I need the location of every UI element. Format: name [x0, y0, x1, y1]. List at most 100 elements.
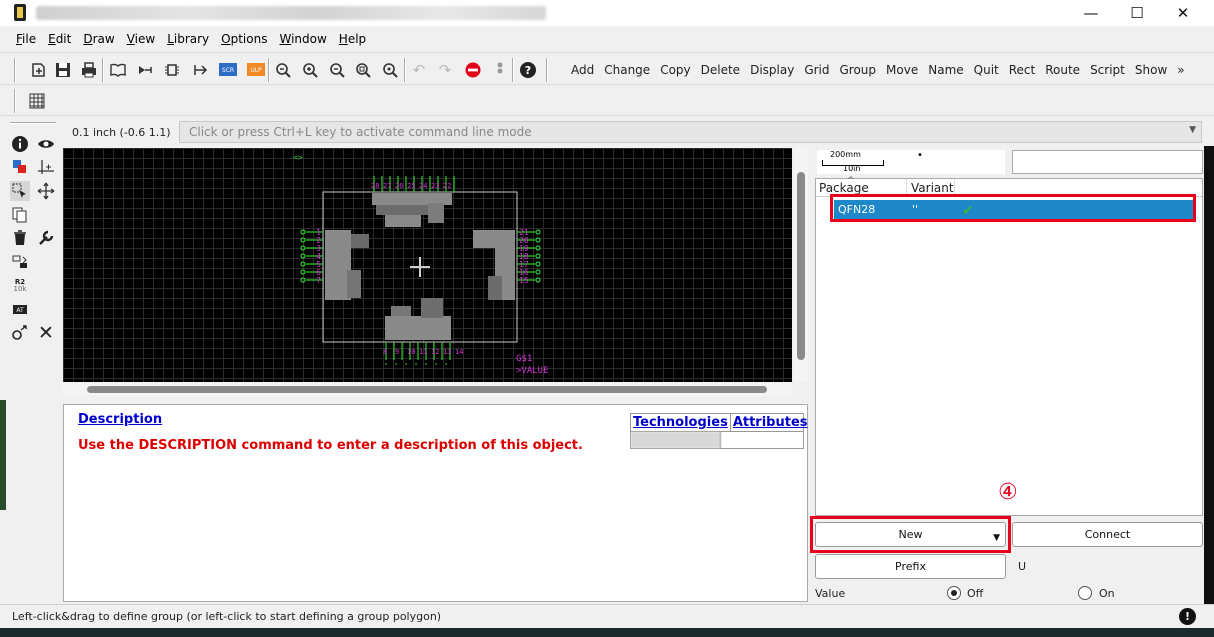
menu-draw[interactable]: Draw — [77, 30, 120, 50]
text-attribute-icon[interactable]: AT — [10, 299, 30, 319]
move-icon[interactable] — [36, 181, 56, 201]
zoom-out-icon[interactable] — [326, 59, 348, 81]
cmd-move[interactable]: Move — [881, 63, 923, 77]
cmd-copy[interactable]: Copy — [655, 63, 695, 77]
cmd-rect[interactable]: Rect — [1004, 63, 1040, 77]
cmd-group[interactable]: Group — [835, 63, 882, 77]
command-line-input[interactable]: Click or press Ctrl+L key to activate co… — [179, 121, 1202, 143]
cmd-grid[interactable]: Grid — [799, 63, 834, 77]
close-button[interactable]: ✕ — [1160, 0, 1206, 26]
pin-number: 24 — [419, 182, 427, 190]
cmd-delete[interactable]: Delete — [696, 63, 745, 77]
pin-number: 26 — [395, 182, 403, 190]
canvas-horizontal-scrollbar[interactable] — [63, 383, 792, 396]
minimize-button[interactable]: — — [1068, 0, 1114, 26]
layer-icon[interactable] — [10, 157, 30, 177]
scale-imperial: 10in — [843, 164, 861, 173]
mark-icon[interactable] — [36, 157, 56, 177]
prefix-button[interactable]: Prefix — [815, 554, 1006, 579]
chevron-down-icon[interactable]: ▼ — [1189, 125, 1196, 135]
info-icon[interactable] — [10, 134, 30, 154]
stop-icon[interactable] — [462, 59, 484, 81]
delete-icon[interactable] — [10, 228, 30, 248]
symbol-icon[interactable] — [134, 59, 156, 81]
toolbar-separator — [102, 58, 104, 82]
pin-number: 11 — [419, 348, 427, 356]
svg-text:AT: AT — [16, 307, 24, 314]
annotation-highlight-package — [830, 194, 1196, 222]
cmd-show[interactable]: Show — [1130, 63, 1172, 77]
zoom-redraw-icon[interactable] — [352, 59, 374, 81]
symbol-editor-canvas[interactable]: <> 1 2 3 4 5 6 7 21 20 19 18 17 16 15 28… — [63, 148, 792, 382]
alert-icon[interactable]: ! — [1179, 608, 1196, 625]
ulp-icon[interactable]: ULP — [245, 59, 267, 81]
svg-text:ULP: ULP — [250, 67, 262, 74]
attribute-cell — [721, 432, 793, 448]
pin-number: 12 — [431, 348, 439, 356]
cmd-quit[interactable]: Quit — [969, 63, 1004, 77]
value-on-radio[interactable] — [1078, 586, 1092, 600]
undo-icon[interactable]: ↶ — [408, 59, 430, 81]
eye-icon[interactable] — [36, 134, 56, 154]
redo-icon[interactable]: ↷ — [434, 59, 456, 81]
cmd-script[interactable]: Script — [1085, 63, 1130, 77]
pin-swap-icon[interactable] — [10, 323, 30, 343]
column-package[interactable]: Package — [819, 181, 869, 195]
device-icon[interactable] — [189, 59, 211, 81]
cmd-display[interactable]: Display — [745, 63, 799, 77]
column-variant[interactable]: Variant — [911, 181, 954, 195]
technologies-link[interactable]: Technologies — [631, 414, 731, 431]
wrench-icon[interactable] — [36, 228, 56, 248]
package-icon[interactable] — [161, 59, 183, 81]
value-off-radio[interactable] — [947, 586, 961, 600]
replace-icon[interactable] — [10, 252, 30, 272]
zoom-select-icon[interactable] — [379, 59, 401, 81]
value-off-label: Off — [967, 587, 984, 600]
print-icon[interactable] — [78, 59, 100, 81]
menu-edit[interactable]: Edit — [42, 30, 77, 50]
connect-button[interactable]: Connect — [1012, 522, 1203, 547]
maximize-button[interactable]: ☐ — [1114, 0, 1160, 26]
preview-dot: • — [917, 150, 923, 161]
group-select-icon[interactable] — [10, 181, 30, 201]
table-row[interactable] — [631, 431, 803, 448]
cmd-add[interactable]: Add — [566, 63, 599, 77]
menu-options[interactable]: Options — [215, 30, 273, 50]
toolbar-grip — [14, 58, 16, 82]
description-link[interactable]: Description — [78, 412, 162, 427]
cmd-change[interactable]: Change — [599, 63, 655, 77]
help-icon[interactable]: ? — [517, 59, 539, 81]
menu-view[interactable]: View — [121, 30, 161, 50]
sort-indicator-icon: ^ — [847, 176, 855, 186]
zoom-fit-icon[interactable] — [272, 59, 294, 81]
grid-icon[interactable] — [26, 90, 48, 112]
cmd-route[interactable]: Route — [1040, 63, 1085, 77]
menu-library[interactable]: Library — [161, 30, 215, 50]
menu-file[interactable]: File — [10, 30, 42, 50]
scrollbar-thumb[interactable] — [87, 386, 767, 393]
menu-bar: File Edit Draw View Library Options Wind… — [0, 30, 372, 50]
script-icon[interactable]: SCR — [217, 59, 239, 81]
copy-icon[interactable] — [10, 205, 30, 225]
menu-help[interactable]: Help — [333, 30, 372, 50]
value-icon[interactable]: R2 10k — [10, 276, 30, 296]
attributes-link[interactable]: Attributes — [731, 414, 808, 431]
menu-window[interactable]: Window — [273, 30, 332, 50]
command-line-placeholder: Click or press Ctrl+L key to activate co… — [189, 125, 532, 139]
open-icon[interactable] — [28, 59, 50, 81]
save-icon[interactable] — [52, 59, 74, 81]
secondary-toolbar — [0, 86, 1214, 116]
canvas-vertical-scrollbar[interactable] — [794, 148, 808, 382]
pin-number: 27 — [383, 182, 391, 190]
toolbar-overflow[interactable]: » — [1172, 63, 1189, 77]
go-icon[interactable] — [489, 59, 511, 81]
zoom-in-icon[interactable] — [299, 59, 321, 81]
package-variant-list[interactable]: Package ^ Variant QFN28 '' ✔ — [815, 176, 1203, 516]
book-icon[interactable] — [107, 59, 129, 81]
package-preview-field[interactable] — [1012, 150, 1203, 174]
cancel-icon[interactable]: ✕ — [36, 322, 56, 344]
app-icon — [14, 4, 26, 21]
cmd-name[interactable]: Name — [923, 63, 968, 77]
scrollbar-thumb[interactable] — [797, 172, 805, 360]
description-panel: Description Use the DESCRIPTION command … — [63, 404, 808, 602]
